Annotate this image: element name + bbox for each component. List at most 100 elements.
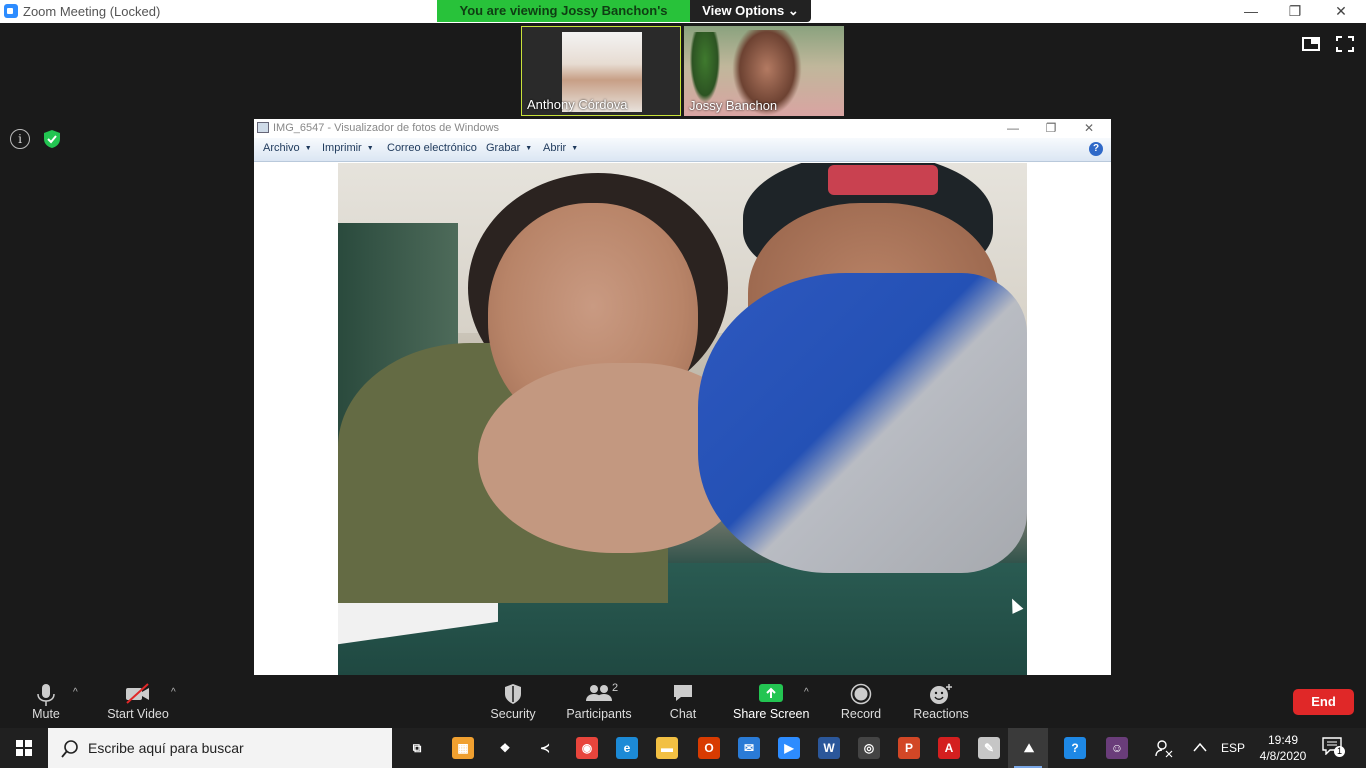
photo-viewer-menubar: Archivo ▼ Imprimir ▼ Correo electrónico Gr… xyxy=(254,138,1111,162)
participants-button[interactable]: 2 Participants xyxy=(563,675,635,727)
microphone-icon xyxy=(37,684,55,706)
taskbar-app-file-explorer[interactable]: ▬ xyxy=(646,728,686,768)
taskbar-app-vscode[interactable]: ≺ xyxy=(524,728,564,768)
participant-name: Anthony Córdova xyxy=(527,97,628,112)
viewer-close-button[interactable]: ✕ xyxy=(1070,119,1108,138)
viewer-minimize-button[interactable]: — xyxy=(994,119,1032,138)
menu-archivo[interactable]: Archivo ▼ xyxy=(263,142,312,154)
menu-abrir[interactable]: Abrir ▼ xyxy=(543,142,578,154)
acrobat-icon: A xyxy=(938,737,960,759)
system-clock[interactable]: 19:49 4/8/2020 xyxy=(1255,732,1311,764)
input-language[interactable]: ESP xyxy=(1221,741,1245,755)
encryption-shield-icon[interactable] xyxy=(42,129,62,149)
participant-name: Jossy Banchon xyxy=(689,98,778,113)
tray-overflow-chevron-icon[interactable] xyxy=(1193,742,1207,752)
participants-count: 2 xyxy=(612,682,619,694)
chat-label: Chat xyxy=(669,707,697,721)
share-options-caret-icon[interactable]: ^ xyxy=(804,687,809,698)
reactions-smiley-icon xyxy=(930,684,952,704)
vscode-icon: ≺ xyxy=(534,737,556,759)
participant-thumbnail[interactable]: Jossy Banchon xyxy=(684,26,844,116)
edge-icon: e xyxy=(616,737,638,759)
reactions-label: Reactions xyxy=(913,707,969,721)
mute-label: Mute xyxy=(32,707,60,721)
menu-grabar[interactable]: Grabar ▼ xyxy=(486,142,532,154)
taskbar-app-dropbox[interactable]: ❖ xyxy=(484,728,524,768)
video-options-caret-icon[interactable]: ^ xyxy=(171,687,176,698)
participant-thumbnail[interactable]: Anthony Córdova xyxy=(521,26,681,116)
taskbar-app-word[interactable]: W xyxy=(808,728,848,768)
taskbar-app-acrobat[interactable]: A xyxy=(928,728,968,768)
taskbar-search-box[interactable]: Escribe aquí para buscar xyxy=(48,728,392,768)
start-video-button[interactable]: Start Video xyxy=(100,675,176,727)
menu-label: Imprimir xyxy=(322,142,362,154)
chat-button[interactable]: Chat xyxy=(660,675,706,727)
photo-viewer-icon xyxy=(257,122,269,133)
chevron-down-icon: ⌄ xyxy=(787,3,799,18)
taskbar-app-media-player[interactable]: ◎ xyxy=(848,728,888,768)
view-options-label: View Options xyxy=(702,3,785,18)
gallery-view-icon[interactable] xyxy=(1302,36,1320,52)
powerpoint-icon: P xyxy=(898,737,920,759)
taskbar-app-photos[interactable]: ⛰ xyxy=(1008,728,1048,768)
windows-logo-icon xyxy=(16,740,32,756)
start-button[interactable] xyxy=(0,728,48,768)
task-view-icon: ⧉ xyxy=(406,737,428,759)
taskbar-app-edge[interactable]: e xyxy=(606,728,646,768)
security-button[interactable]: Security xyxy=(486,675,540,727)
security-shield-icon xyxy=(505,684,521,704)
mute-options-caret-icon[interactable]: ^ xyxy=(73,687,78,698)
people-icon[interactable] xyxy=(1154,738,1174,758)
restore-button[interactable]: ❐ xyxy=(1272,0,1318,23)
taskbar-app-paint[interactable]: ✎ xyxy=(968,728,1008,768)
reactions-button[interactable]: Reactions xyxy=(908,675,974,727)
menu-imprimir[interactable]: Imprimir ▼ xyxy=(322,142,374,154)
avatar-app-icon: ☺ xyxy=(1106,737,1128,759)
fullscreen-icon[interactable] xyxy=(1336,36,1354,52)
search-icon xyxy=(61,740,78,758)
mail-icon: ✉ xyxy=(738,737,760,759)
taskbar-app-powerpoint[interactable]: P xyxy=(888,728,928,768)
taskbar-app-task-view[interactable]: ⧉ xyxy=(396,728,436,768)
menu-correo[interactable]: Correo electrónico xyxy=(387,142,477,154)
dropbox-icon: ❖ xyxy=(494,737,516,759)
zoom-meeting-screen: Zoom Meeting (Locked) You are viewing Jo… xyxy=(0,0,1366,768)
displayed-photo xyxy=(338,163,1027,675)
share-screen-button[interactable]: Share Screen xyxy=(733,675,809,727)
zoom-icon: ▶ xyxy=(778,737,800,759)
meeting-toolbar: Mute ^ Start Video ^ Security 2 Particip… xyxy=(0,675,1366,727)
background-plant xyxy=(690,32,720,102)
notification-count-badge: 1 xyxy=(1334,746,1345,757)
store-icon: ▦ xyxy=(452,737,474,759)
caret-down-icon: ▼ xyxy=(571,145,579,152)
menu-label: Archivo xyxy=(263,142,300,154)
participants-icon xyxy=(586,685,612,701)
photo-viewer-window: IMG_6547 - Visualizador de fotos de Wind… xyxy=(254,119,1111,675)
taskbar-app-office[interactable]: O xyxy=(688,728,728,768)
taskbar-app-avatar-app[interactable]: ☺ xyxy=(1096,728,1136,768)
clock-time: 19:49 xyxy=(1267,733,1299,747)
windows-taskbar: Escribe aquí para buscar ⧉ ▦ ❖ ≺ ◉ e ▬ O ✉ ▶ W ◎ P A ✎… xyxy=(0,728,1366,768)
action-center-button[interactable]: 1 xyxy=(1322,737,1346,759)
taskbar-app-zoom[interactable]: ▶ xyxy=(768,728,808,768)
taskbar-app-mail[interactable]: ✉ xyxy=(728,728,768,768)
caret-down-icon: ▼ xyxy=(304,145,312,152)
view-options-button[interactable]: View Options ⌄ xyxy=(690,0,811,22)
mute-button[interactable]: Mute xyxy=(16,675,76,727)
share-screen-icon xyxy=(759,684,783,702)
caret-down-icon: ▼ xyxy=(525,145,533,152)
record-label: Record xyxy=(840,707,882,721)
viewer-restore-button[interactable]: ❐ xyxy=(1032,119,1070,138)
meeting-info-icon[interactable]: i xyxy=(10,129,30,149)
menu-label: Correo electrónico xyxy=(387,142,477,154)
photo-viewer-title: IMG_6547 - Visualizador de fotos de Wind… xyxy=(273,122,500,134)
taskbar-app-store[interactable]: ▦ xyxy=(442,728,482,768)
close-button[interactable]: ✕ xyxy=(1318,0,1364,23)
taskbar-app-chrome[interactable]: ◉ xyxy=(566,728,606,768)
help-icon[interactable]: ? xyxy=(1089,142,1103,156)
taskbar-app-help[interactable]: ? xyxy=(1054,728,1094,768)
end-meeting-button[interactable]: End xyxy=(1293,689,1354,715)
menu-label: Abrir xyxy=(543,142,567,154)
record-button[interactable]: Record xyxy=(836,675,886,727)
minimize-button[interactable]: — xyxy=(1228,0,1274,23)
